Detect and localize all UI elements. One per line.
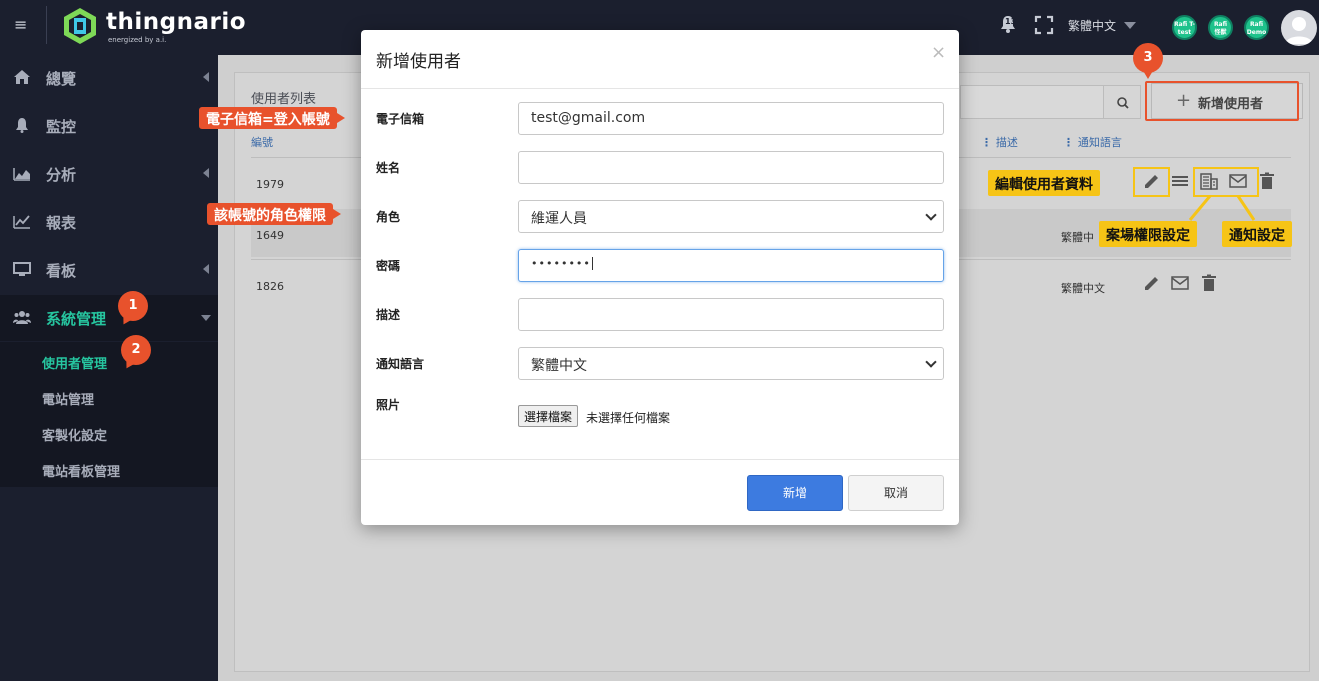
column-header-language[interactable]: ⋮ 通知語言 [1063, 134, 1122, 150]
table-cell-id: 1826 [256, 280, 284, 293]
chevron-left-icon [203, 264, 209, 274]
email-field[interactable]: test@gmail.com [518, 102, 944, 135]
annotation-site-permission: 案場權限設定 [1099, 221, 1197, 247]
add-user-highlight [1145, 81, 1299, 121]
annotation-notification: 通知設定 [1222, 221, 1292, 247]
table-cell-id: 1649 [256, 229, 284, 242]
language-label: 通知語言 [376, 357, 425, 371]
bell-icon [16, 118, 28, 133]
user-avatar-icon [1285, 17, 1313, 44]
sidebar-item-label: 系統管理 [46, 310, 107, 328]
search-button[interactable] [1103, 85, 1141, 119]
modal-divider [361, 459, 959, 460]
modal-title: 新增使用者 [376, 52, 461, 72]
language-select-value: 繁體中文 [531, 358, 587, 374]
annotation-edit-user: 編輯使用者資料 [988, 170, 1100, 196]
password-label: 密碼 [376, 259, 401, 273]
description-label: 描述 [376, 308, 401, 322]
chevron-down-icon [925, 209, 937, 221]
file-status: 未選擇任何檔案 [586, 411, 671, 425]
sidebar-item-label: 看板 [46, 262, 77, 280]
sidebar-item-reports[interactable]: 報表 [0, 199, 218, 245]
pencil-icon[interactable] [1142, 273, 1162, 293]
step-tail [1142, 69, 1154, 79]
email-label: 電子信箱 [376, 112, 425, 126]
callout-connector [1188, 196, 1256, 221]
sidebar-item-system[interactable]: 系統管理 [0, 295, 218, 341]
home-icon [14, 70, 30, 84]
line-chart-icon [13, 215, 30, 229]
fullscreen-icon[interactable] [1034, 15, 1054, 35]
password-field[interactable]: ••••••••​ [518, 249, 944, 282]
text-cursor: ​ [591, 257, 593, 270]
trash-icon[interactable] [1257, 171, 1277, 191]
column-header-id[interactable]: 編號 [251, 134, 273, 150]
trash-icon[interactable] [1199, 273, 1219, 293]
chevron-left-icon [203, 72, 209, 82]
chevron-down-icon[interactable] [1124, 22, 1136, 29]
mail-icon[interactable] [1170, 273, 1190, 293]
submenu-item-stations[interactable]: 電站管理 [42, 389, 94, 408]
sidebar-item-analysis[interactable]: 分析 [0, 151, 218, 197]
table-cell-language: 繁體中 [1061, 231, 1094, 244]
sidebar-item-dashboard[interactable]: 看板 [0, 247, 218, 293]
role-select-value: 維運人員 [531, 211, 587, 227]
submenu-item-station-dashboards[interactable]: 電站看板管理 [42, 461, 120, 480]
submenu-item-users[interactable]: 使用者管理 [42, 353, 107, 372]
language-select[interactable]: 繁體中文 [518, 347, 944, 380]
system-submenu: 使用者管理 電站管理 客製化設定 電站看板管理 [0, 342, 218, 487]
panel-title: 使用者列表 [251, 92, 317, 107]
sidebar-item-monitor[interactable]: 監控 [0, 103, 218, 149]
name-field[interactable] [518, 151, 944, 184]
role-label: 角色 [376, 210, 401, 224]
project-badge-3[interactable]: Rafi Demo [1244, 15, 1269, 40]
annotation-email: 電子信箱=登入帳號 [199, 107, 345, 129]
list-icon[interactable] [1170, 171, 1190, 191]
role-select[interactable]: 維運人員 [518, 200, 944, 233]
brand-tagline: energized by a.i. [108, 36, 167, 44]
add-user-modal: 新增使用者 × 電子信箱 test@gmail.com 姓名 角色 維運人員 密… [361, 30, 959, 525]
chevron-down-icon [925, 356, 937, 368]
description-field[interactable] [518, 298, 944, 331]
submenu-item-customization[interactable]: 客製化設定 [42, 425, 107, 444]
notification-count: 13 [1005, 17, 1017, 26]
name-label: 姓名 [376, 161, 401, 175]
sidebar-item-label: 監控 [46, 118, 77, 136]
sidebar-item-overview[interactable]: 總覽 [0, 55, 218, 101]
area-chart-icon [13, 168, 30, 181]
table-cell-language: 繁體中文 [1061, 282, 1105, 295]
brand-logo-icon [64, 8, 96, 44]
sidebar-item-label: 報表 [46, 214, 77, 232]
edit-icon-highlight [1133, 167, 1170, 197]
sidebar-item-label: 總覽 [46, 70, 77, 88]
annotation-role: 該帳號的角色權限 [207, 203, 341, 225]
table-cell-id: 1979 [256, 178, 284, 191]
chevron-down-icon [201, 315, 211, 321]
icons-highlight [1193, 167, 1259, 197]
users-icon [13, 311, 31, 324]
search-icon [1117, 97, 1129, 109]
chevron-left-icon [203, 168, 209, 178]
project-badge-2[interactable]: Rafi 怪獸 [1208, 15, 1233, 40]
password-value: •••••••• [531, 257, 591, 270]
cancel-button[interactable]: 取消 [848, 475, 944, 511]
modal-divider [361, 88, 959, 89]
column-header-description[interactable]: ⋮ 描述 [981, 134, 1018, 150]
menu-icon[interactable]: ≡ [14, 17, 28, 33]
project-badge-1[interactable]: Rafi T-test [1172, 15, 1197, 40]
photo-label: 照片 [376, 398, 401, 412]
monitor-icon [13, 262, 31, 276]
choose-file-button[interactable]: 選擇檔案 [518, 405, 579, 427]
submit-button[interactable]: 新增 [747, 475, 843, 511]
header-divider [46, 6, 47, 44]
user-avatar[interactable] [1281, 10, 1317, 46]
brand-name: thingnario [106, 9, 247, 35]
language-selector[interactable]: 繁體中文 [1068, 17, 1116, 34]
close-icon[interactable]: × [931, 42, 946, 63]
sidebar-item-label: 分析 [46, 166, 77, 184]
